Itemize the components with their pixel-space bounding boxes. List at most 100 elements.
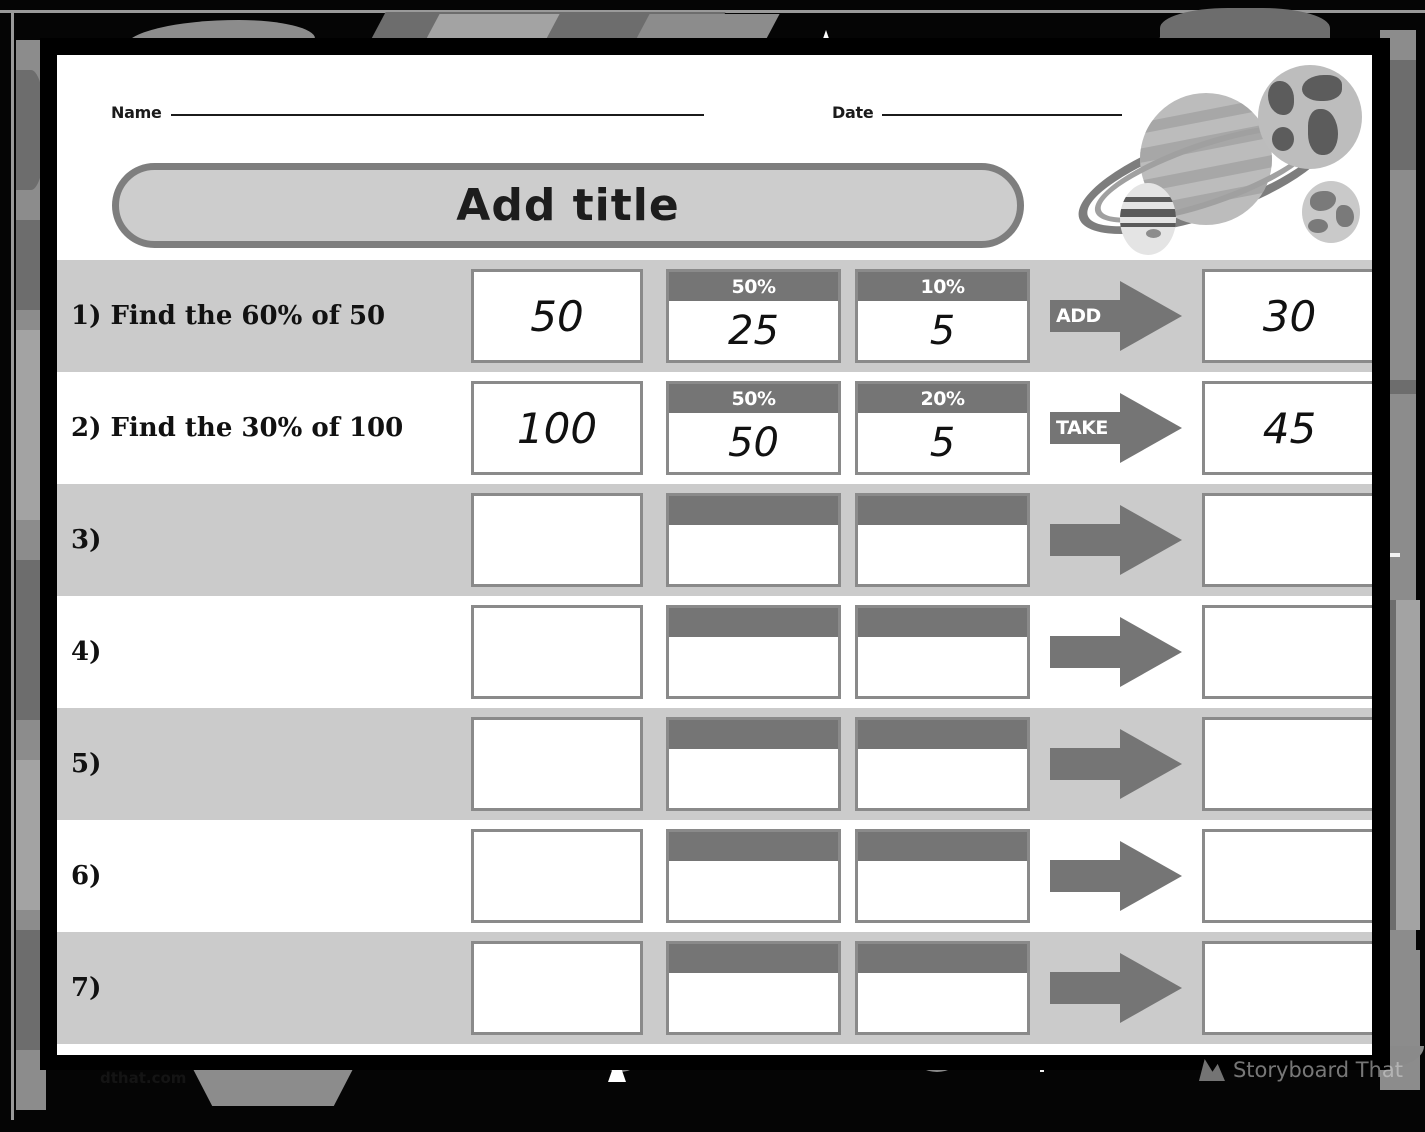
result-box[interactable] bbox=[1202, 717, 1372, 811]
base-value-box[interactable] bbox=[471, 605, 643, 699]
name-input-rule[interactable] bbox=[170, 114, 704, 116]
question-cell: 5) bbox=[57, 749, 471, 779]
right-arrow-icon bbox=[1050, 953, 1182, 1023]
right-arrow-icon bbox=[1050, 617, 1182, 687]
question-text: 1) Find the 60% of 50 bbox=[71, 301, 386, 331]
percent-box-b-header bbox=[858, 496, 1027, 525]
percent-box-a[interactable] bbox=[666, 605, 841, 699]
earth-planet-icon bbox=[1258, 65, 1362, 169]
percent-box-b-value: 5 bbox=[929, 419, 956, 466]
answer-boxes bbox=[471, 605, 1372, 699]
percent-box-a-body[interactable] bbox=[669, 749, 838, 808]
percent-box-a-body[interactable] bbox=[669, 973, 838, 1032]
percent-box-b-header bbox=[858, 832, 1027, 861]
percent-box-b-body[interactable]: 5 bbox=[858, 413, 1027, 472]
right-arrow-icon bbox=[1050, 729, 1182, 799]
percent-box-b[interactable] bbox=[855, 605, 1030, 699]
percent-box-b[interactable]: 10% 5 bbox=[855, 269, 1030, 363]
base-value-box[interactable] bbox=[471, 493, 643, 587]
percent-box-b[interactable] bbox=[855, 493, 1030, 587]
right-arrow-icon bbox=[1050, 505, 1182, 575]
question-cell: 6) bbox=[57, 861, 471, 891]
percent-box-a-body[interactable]: 25 bbox=[669, 301, 838, 360]
result-box[interactable]: 30 bbox=[1202, 269, 1372, 363]
operation-arrow bbox=[1044, 829, 1192, 923]
percent-box-a[interactable] bbox=[666, 493, 841, 587]
percent-box-a[interactable]: 50% 50 bbox=[666, 381, 841, 475]
result-box[interactable] bbox=[1202, 941, 1372, 1035]
percent-box-a-body[interactable] bbox=[669, 525, 838, 584]
question-text: 4) bbox=[71, 637, 102, 667]
percent-box-b-body[interactable] bbox=[858, 749, 1027, 808]
result-box[interactable] bbox=[1202, 493, 1372, 587]
operation-arrow bbox=[1044, 717, 1192, 811]
percent-box-b-body[interactable] bbox=[858, 861, 1027, 920]
problems-table: 1) Find the 60% of 50 50 50% 25 10% 5 AD… bbox=[57, 260, 1372, 1044]
percent-box-a-body[interactable] bbox=[669, 861, 838, 920]
result-box[interactable] bbox=[1202, 829, 1372, 923]
question-cell: 4) bbox=[57, 637, 471, 667]
percent-box-a-header bbox=[669, 496, 838, 525]
percent-box-b-body[interactable] bbox=[858, 973, 1027, 1032]
percent-box-b-header: 20% bbox=[858, 384, 1027, 413]
percent-box-a-value: 25 bbox=[728, 307, 779, 354]
percent-box-a-body[interactable]: 50 bbox=[669, 413, 838, 472]
name-field[interactable]: Name bbox=[111, 103, 704, 122]
answer-boxes bbox=[471, 493, 1372, 587]
date-label: Date bbox=[832, 103, 874, 122]
percent-box-b-body[interactable]: 5 bbox=[858, 301, 1027, 360]
operation-arrow: TAKE bbox=[1044, 381, 1192, 475]
percent-box-b-header bbox=[858, 944, 1027, 973]
table-row: 7) bbox=[57, 932, 1372, 1044]
percent-box-b-label: 20% bbox=[920, 387, 965, 410]
base-value-box[interactable]: 100 bbox=[471, 381, 643, 475]
percent-box-b[interactable] bbox=[855, 717, 1030, 811]
result-box[interactable] bbox=[1202, 605, 1372, 699]
percent-box-a[interactable]: 50% 25 bbox=[666, 269, 841, 363]
name-label: Name bbox=[111, 103, 162, 122]
operation-arrow bbox=[1044, 493, 1192, 587]
percent-box-b-header bbox=[858, 720, 1027, 749]
percent-box-b[interactable] bbox=[855, 829, 1030, 923]
percent-box-a-body[interactable] bbox=[669, 637, 838, 696]
percent-box-a[interactable] bbox=[666, 717, 841, 811]
percent-box-a-header bbox=[669, 720, 838, 749]
worksheet-page: Name Date Add title 1) Find the 60% of 5… bbox=[57, 55, 1372, 1055]
percent-box-a-value: 50 bbox=[728, 419, 779, 466]
table-row: 4) bbox=[57, 596, 1372, 708]
base-value-box[interactable] bbox=[471, 941, 643, 1035]
base-value-text: 100 bbox=[516, 403, 598, 453]
percent-box-a[interactable] bbox=[666, 829, 841, 923]
percent-box-a[interactable] bbox=[666, 941, 841, 1035]
percent-box-b[interactable]: 20% 5 bbox=[855, 381, 1030, 475]
question-cell: 2) Find the 30% of 100 bbox=[57, 413, 471, 443]
question-cell: 7) bbox=[57, 973, 471, 1003]
storyboard-that-logo-icon bbox=[1198, 1059, 1225, 1081]
site-url-watermark: dthat.com bbox=[100, 1069, 187, 1087]
jupiter-planet-icon bbox=[1120, 183, 1176, 255]
asteroid-shape bbox=[1396, 600, 1420, 930]
question-text: 2) Find the 30% of 100 bbox=[71, 413, 404, 443]
operation-arrow bbox=[1044, 941, 1192, 1035]
percent-box-b-body[interactable] bbox=[858, 637, 1027, 696]
table-row: 6) bbox=[57, 820, 1372, 932]
result-box[interactable]: 45 bbox=[1202, 381, 1372, 475]
percent-box-b[interactable] bbox=[855, 941, 1030, 1035]
question-text: 5) bbox=[71, 749, 102, 779]
planets-illustration bbox=[1056, 63, 1366, 263]
question-text: 3) bbox=[71, 525, 102, 555]
operation-arrow bbox=[1044, 605, 1192, 699]
base-value-box[interactable]: 50 bbox=[471, 269, 643, 363]
operation-arrow: ADD bbox=[1044, 269, 1192, 363]
title-input[interactable]: Add title bbox=[112, 163, 1024, 248]
worksheet-header: Name Date Add title bbox=[57, 55, 1372, 260]
percent-box-a-header: 50% bbox=[669, 384, 838, 413]
question-cell: 3) bbox=[57, 525, 471, 555]
percent-box-a-header bbox=[669, 608, 838, 637]
base-value-text: 50 bbox=[530, 291, 584, 341]
percent-box-b-body[interactable] bbox=[858, 525, 1027, 584]
base-value-box[interactable] bbox=[471, 717, 643, 811]
base-value-box[interactable] bbox=[471, 829, 643, 923]
backdrop-line-left bbox=[11, 10, 14, 1120]
question-text: 6) bbox=[71, 861, 102, 891]
